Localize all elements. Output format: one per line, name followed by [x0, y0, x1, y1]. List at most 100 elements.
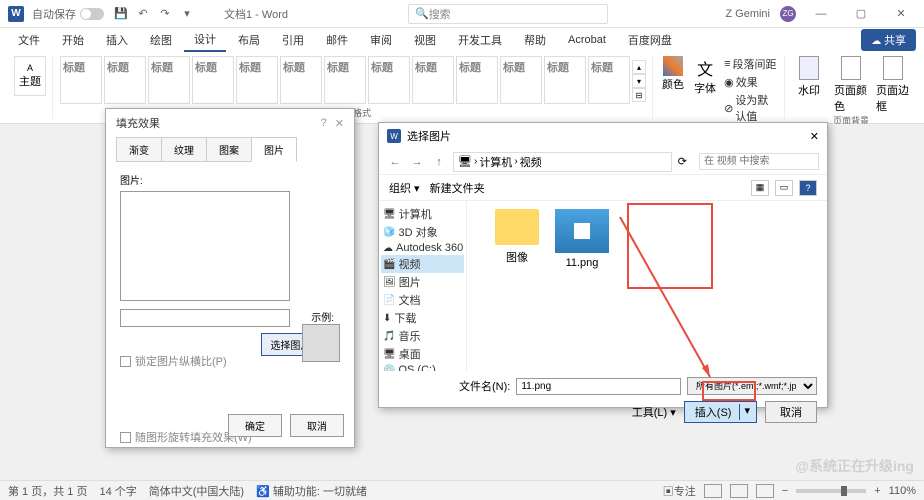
- fonts-button[interactable]: 文字体: [692, 56, 718, 96]
- tab-picture[interactable]: 图片: [251, 137, 297, 162]
- zoom-out-icon[interactable]: −: [782, 485, 788, 497]
- gallery-up-icon[interactable]: ▴: [632, 60, 646, 74]
- paragraph-spacing-button[interactable]: ≡ 段落间距: [724, 56, 778, 72]
- style-item[interactable]: 标题: [104, 56, 146, 104]
- themes-button[interactable]: A主题: [14, 56, 46, 96]
- refresh-icon[interactable]: ⟳: [678, 155, 687, 168]
- tree-item[interactable]: 🖼 图片: [381, 273, 464, 291]
- zoom-in-icon[interactable]: +: [874, 485, 880, 497]
- style-item[interactable]: 标题: [456, 56, 498, 104]
- tree-item[interactable]: ☁ Autodesk 360: [381, 241, 464, 255]
- style-item[interactable]: 标题: [148, 56, 190, 104]
- style-item[interactable]: 标题: [192, 56, 234, 104]
- cancel-button[interactable]: 取消: [290, 414, 344, 437]
- forward-icon[interactable]: →: [409, 156, 425, 168]
- tree-item[interactable]: 📄 文档: [381, 291, 464, 309]
- view-web-button[interactable]: [730, 484, 748, 498]
- breadcrumb[interactable]: 🖥 › 计算机 › 视频: [453, 152, 672, 172]
- tab-developer[interactable]: 开发工具: [448, 29, 512, 51]
- style-item[interactable]: 标题: [588, 56, 630, 104]
- style-item[interactable]: 标题: [280, 56, 322, 104]
- style-item[interactable]: 标题: [500, 56, 542, 104]
- tab-view[interactable]: 视图: [404, 29, 446, 51]
- style-item[interactable]: 标题: [368, 56, 410, 104]
- tab-mail[interactable]: 邮件: [316, 29, 358, 51]
- new-folder-button[interactable]: 新建文件夹: [430, 180, 485, 196]
- avatar[interactable]: ZG: [780, 6, 796, 22]
- tab-file[interactable]: 文件: [8, 29, 50, 51]
- tab-baidu[interactable]: 百度网盘: [618, 29, 682, 51]
- style-item[interactable]: 标题: [60, 56, 102, 104]
- style-gallery[interactable]: 标题 标题 标题 标题 标题 标题 标题 标题 标题 标题 标题 标题 标题 ▴…: [60, 56, 646, 106]
- tab-review[interactable]: 审阅: [360, 29, 402, 51]
- effects-button[interactable]: ◉ 效果: [724, 74, 778, 90]
- save-icon[interactable]: 💾: [114, 7, 128, 21]
- tab-gradient[interactable]: 渐变: [116, 137, 162, 162]
- page-color-button[interactable]: 页面颜色: [834, 56, 868, 114]
- filename-input[interactable]: [516, 378, 681, 395]
- minimize-button[interactable]: —: [806, 4, 836, 24]
- back-icon[interactable]: ←: [387, 156, 403, 168]
- file-item-image[interactable]: 11.png: [555, 209, 609, 269]
- insert-dropdown-icon[interactable]: ▾: [740, 404, 754, 420]
- help-icon[interactable]: ?: [321, 117, 327, 129]
- colors-button[interactable]: 颜色: [660, 56, 686, 96]
- page-indicator[interactable]: 第 1 页，共 1 页: [8, 483, 87, 499]
- tree-item[interactable]: 💿 OS (C:): [381, 363, 464, 371]
- preview-icon[interactable]: ▭: [775, 180, 793, 196]
- watermark-button[interactable]: 水印: [792, 56, 826, 114]
- autosave-toggle[interactable]: 自动保存: [32, 6, 104, 22]
- tree-item[interactable]: 🖥 计算机: [381, 205, 464, 223]
- redo-icon[interactable]: ↷: [158, 7, 172, 21]
- tab-layout[interactable]: 布局: [228, 29, 270, 51]
- style-item[interactable]: 标题: [236, 56, 278, 104]
- tab-insert[interactable]: 插入: [96, 29, 138, 51]
- search-input[interactable]: [699, 153, 819, 170]
- tab-design[interactable]: 设计: [184, 28, 226, 52]
- close-button[interactable]: ✕: [886, 4, 916, 24]
- maximize-button[interactable]: ▢: [846, 4, 876, 24]
- tab-draw[interactable]: 绘图: [140, 29, 182, 51]
- help-icon[interactable]: ?: [799, 180, 817, 196]
- organize-button[interactable]: 组织 ▾: [389, 180, 420, 196]
- page-border-button[interactable]: 页面边框: [876, 56, 910, 114]
- gallery-more-icon[interactable]: ⊟: [632, 88, 646, 102]
- tab-pattern[interactable]: 图案: [206, 137, 252, 162]
- qat-dropdown-icon[interactable]: ▾: [180, 7, 194, 21]
- lock-ratio-checkbox[interactable]: 锁定图片纵横比(P): [120, 353, 261, 369]
- view-icon[interactable]: ▦: [751, 180, 769, 196]
- ok-button[interactable]: 确定: [228, 414, 282, 437]
- close-icon[interactable]: ✕: [335, 117, 344, 130]
- set-default-button[interactable]: ⊘ 设为默认值: [724, 92, 778, 124]
- style-item[interactable]: 标题: [544, 56, 586, 104]
- tab-texture[interactable]: 纹理: [161, 137, 207, 162]
- user-name[interactable]: Z Gemini: [725, 8, 770, 20]
- tree-item[interactable]: ⬇ 下载: [381, 309, 464, 327]
- share-button[interactable]: ☁ 共享: [861, 29, 916, 51]
- cancel-button[interactable]: 取消: [765, 401, 817, 423]
- accessibility-status[interactable]: ♿ 辅助功能: 一切就绪: [256, 483, 367, 499]
- up-icon[interactable]: ↑: [431, 156, 447, 168]
- zoom-level[interactable]: 110%: [889, 485, 916, 497]
- tab-home[interactable]: 开始: [52, 29, 94, 51]
- tree-item[interactable]: 🎵 音乐: [381, 327, 464, 345]
- picture-path-input[interactable]: [120, 309, 290, 327]
- word-count[interactable]: 14 个字: [99, 483, 136, 499]
- style-item[interactable]: 标题: [324, 56, 366, 104]
- undo-icon[interactable]: ↶: [136, 7, 150, 21]
- tools-button[interactable]: 工具(L) ▾: [632, 404, 676, 420]
- tab-references[interactable]: 引用: [272, 29, 314, 51]
- view-read-button[interactable]: [756, 484, 774, 498]
- tree-item[interactable]: 🧊 3D 对象: [381, 223, 464, 241]
- search-box[interactable]: 🔍 搜索: [408, 4, 608, 24]
- tab-help[interactable]: 帮助: [514, 29, 556, 51]
- close-icon[interactable]: ✕: [810, 130, 819, 143]
- tree-item[interactable]: 🎬 视频: [381, 255, 464, 273]
- zoom-slider[interactable]: [796, 489, 866, 493]
- tree-item[interactable]: 🖥 桌面: [381, 345, 464, 363]
- file-item-folder[interactable]: 图像: [495, 209, 539, 265]
- language-indicator[interactable]: 简体中文(中国大陆): [149, 483, 244, 499]
- style-item[interactable]: 标题: [412, 56, 454, 104]
- view-print-button[interactable]: [704, 484, 722, 498]
- insert-button[interactable]: 插入(S)▾: [684, 401, 757, 423]
